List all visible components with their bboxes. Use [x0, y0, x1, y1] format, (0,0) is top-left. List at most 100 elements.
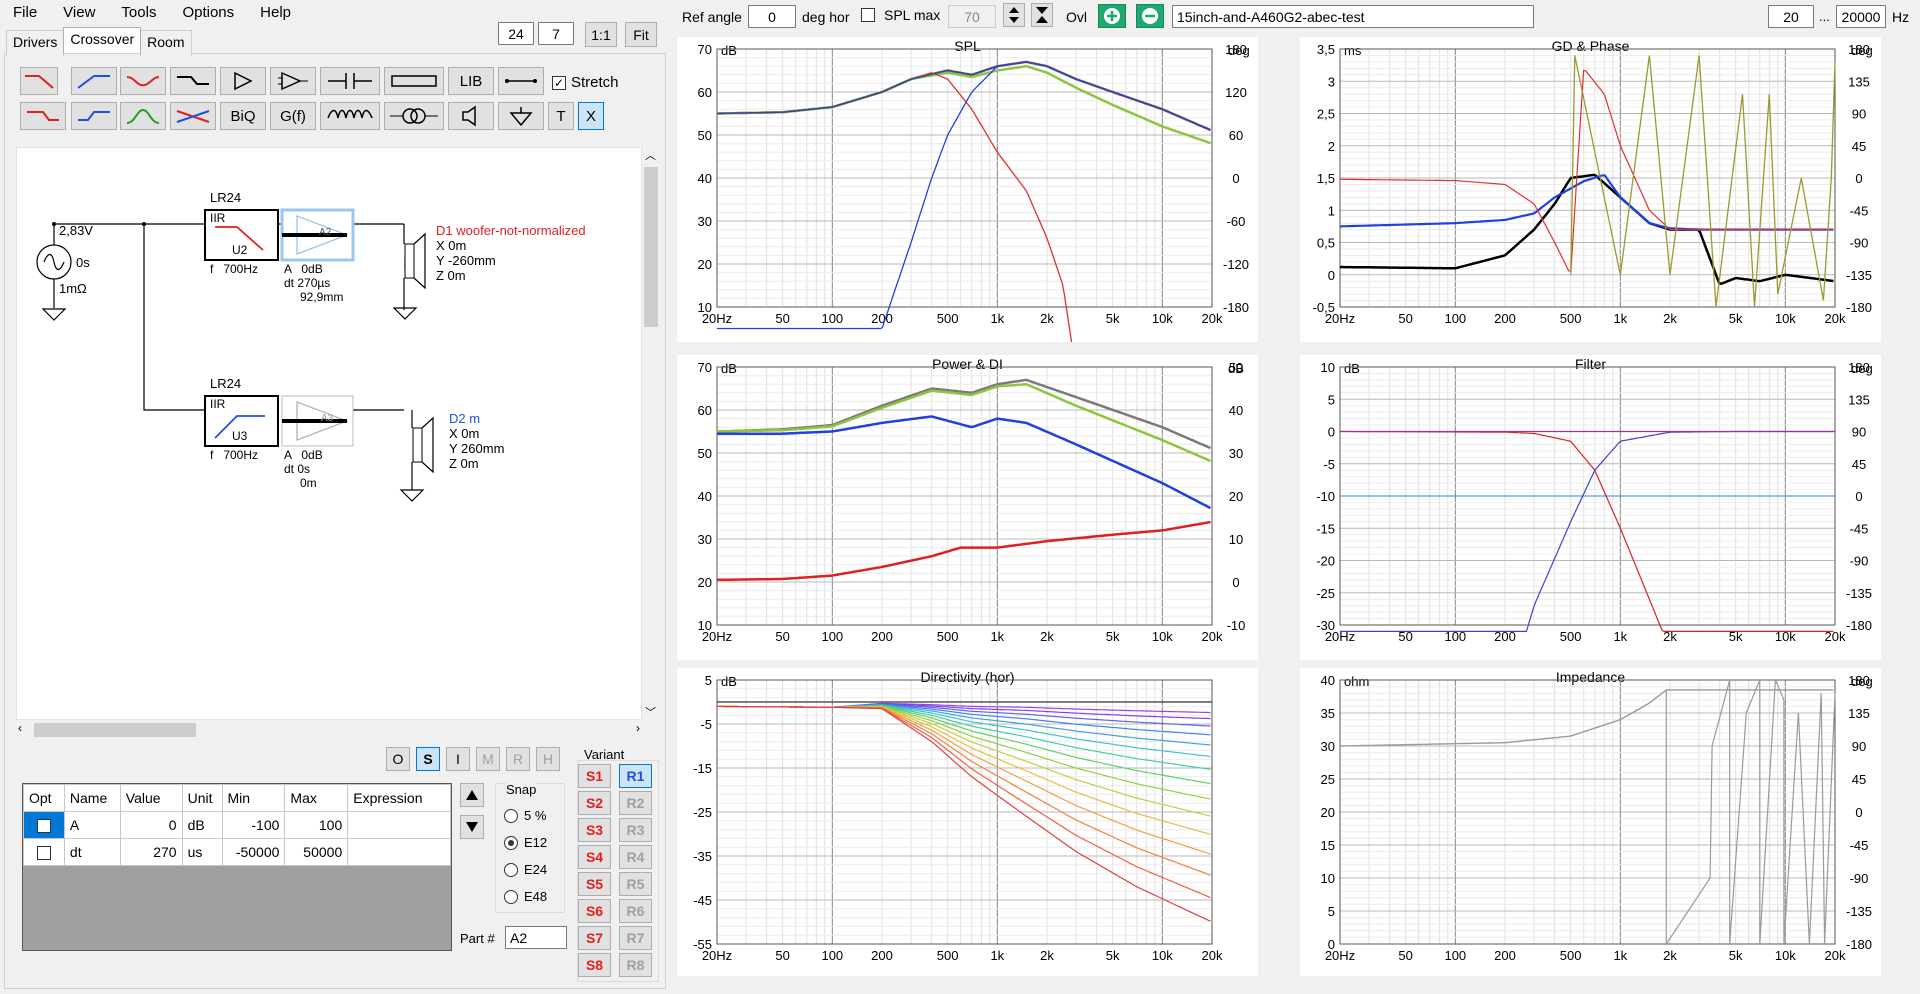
- notch-tool-icon[interactable]: [170, 102, 216, 130]
- fit-button[interactable]: Fit: [625, 22, 657, 47]
- param-min[interactable]: -100: [221, 811, 286, 839]
- variant-s8-button[interactable]: S8: [578, 953, 611, 977]
- menu-view[interactable]: View: [50, 0, 108, 26]
- spl-spinner-icon[interactable]: [1003, 3, 1025, 27]
- directivity-chart-panel[interactable]: Directivity (hor) dB 5 -5 -15 -25 -35 -45 -55 20H…: [677, 668, 1258, 976]
- spl-collapse-icon[interactable]: [1031, 3, 1053, 27]
- biquad-button[interactable]: BiQ: [220, 102, 266, 130]
- move-down-button[interactable]: [460, 815, 484, 839]
- diff-amp-tool-icon[interactable]: [270, 67, 316, 95]
- remove-overlay-icon[interactable]: [1136, 4, 1164, 28]
- freq-high-field[interactable]: 20000: [1836, 5, 1886, 28]
- inductor-tool-icon[interactable]: [320, 102, 380, 130]
- table-row[interactable]: A 0 dB -100 100: [23, 811, 451, 839]
- part-number-field[interactable]: A2: [505, 926, 567, 949]
- param-max[interactable]: 50000: [284, 838, 349, 866]
- power-di-chart-panel[interactable]: Power & DI dB dB 70 50 60 40 50 30 40 20 30 10 20 0 10-…: [677, 355, 1258, 660]
- highpass-tool-icon[interactable]: [71, 67, 117, 95]
- variant-s4-button[interactable]: S4: [578, 845, 611, 869]
- wire-tool-icon[interactable]: [498, 67, 544, 95]
- gd-phase-chart-panel[interactable]: GD & Phase ms deg 3,5 180 3 135 2,5 90 2 45 1,5 0 1 -4…: [1300, 37, 1881, 342]
- probe-x-button[interactable]: X: [578, 102, 604, 130]
- variant-r8-button[interactable]: R8: [619, 953, 652, 977]
- text-tool-button[interactable]: T: [548, 102, 574, 130]
- spl-max-field[interactable]: 70: [948, 5, 996, 28]
- shelf-tool-icon[interactable]: [170, 67, 216, 95]
- param-max[interactable]: 100: [284, 811, 349, 839]
- variant-s5-button[interactable]: S5: [578, 872, 611, 896]
- zoom-1-1-button[interactable]: 1:1: [585, 22, 617, 47]
- driver1-name[interactable]: D1 woofer-not-normalized: [436, 223, 586, 238]
- dir-plot[interactable]: 5-5-15-25-35-45-5520Hz 50 100 200 500 1k 2k 5k 1…: [677, 668, 1258, 973]
- ref-angle-field[interactable]: 0: [748, 5, 796, 28]
- mode-r-button[interactable]: R: [506, 747, 530, 771]
- spl-plot[interactable]: 70 18060 12050 6040 030 -6020 -12010 -18020Hz 50…: [677, 37, 1258, 342]
- variant-s6-button[interactable]: S6: [578, 899, 611, 923]
- filter-chart-panel[interactable]: Filter dB deg 10 180 5 135 0 90 -5 45 -10 0 -15 -45 -20…: [1300, 355, 1881, 660]
- lowpass2-tool-icon[interactable]: [20, 102, 66, 130]
- table-row[interactable]: dt 270 us -50000 50000: [23, 838, 451, 866]
- snap-option-e48[interactable]: E48: [504, 889, 547, 904]
- variant-r2-button[interactable]: R2: [619, 791, 652, 815]
- move-up-button[interactable]: [460, 783, 484, 807]
- variant-r7-button[interactable]: R7: [619, 926, 652, 950]
- param-min[interactable]: -50000: [221, 838, 286, 866]
- variant-r4-button[interactable]: R4: [619, 845, 652, 869]
- opt-checkbox-dt[interactable]: [23, 838, 65, 866]
- add-overlay-icon[interactable]: [1098, 4, 1126, 28]
- mode-o-button[interactable]: O: [386, 747, 410, 771]
- snap-option-5[interactable]: 5 %: [504, 808, 546, 823]
- tab-drivers[interactable]: Drivers: [6, 30, 65, 56]
- library-button[interactable]: LIB: [448, 67, 494, 95]
- transfer-function-button[interactable]: G(f): [270, 102, 316, 130]
- menu-options[interactable]: Options: [169, 0, 247, 26]
- stretch-checkbox[interactable]: [552, 75, 566, 90]
- amplifier-tool-icon[interactable]: [220, 67, 266, 95]
- snap-option-e12[interactable]: E12: [504, 835, 547, 850]
- mode-s-button[interactable]: S: [416, 747, 440, 771]
- variant-r6-button[interactable]: R6: [619, 899, 652, 923]
- resistor-tool-icon[interactable]: [384, 67, 444, 95]
- zoom-a-field[interactable]: 24: [498, 22, 534, 45]
- imp-plot[interactable]: 40 180 35 135 30 90 25 45 20 0 15 -45 10 -90 5 -135 0 -18…: [1300, 668, 1881, 973]
- spl-max-checkbox[interactable]: [861, 8, 875, 22]
- zoom-b-field[interactable]: 7: [538, 22, 574, 45]
- speaker-tool-icon[interactable]: [448, 102, 494, 130]
- menu-tools[interactable]: Tools: [108, 0, 169, 26]
- param-value[interactable]: 270: [119, 838, 183, 866]
- variant-s2-button[interactable]: S2: [578, 791, 611, 815]
- menu-help[interactable]: Help: [247, 0, 304, 26]
- highpass2-tool-icon[interactable]: [71, 102, 117, 130]
- transformer-tool-icon[interactable]: [384, 102, 444, 130]
- gd-plot[interactable]: 3,5 1803 1352,5 902 451,5 01 -450,5 -900 -135-0,…: [1300, 37, 1881, 342]
- power-plot[interactable]: 70 5060 4050 3040 2030 1020 010 -1020Hz 50 100 200…: [677, 355, 1258, 660]
- capacitor-tool-icon[interactable]: [320, 67, 380, 95]
- opt-checkbox-a[interactable]: [23, 811, 65, 839]
- param-expression[interactable]: [347, 838, 451, 866]
- menu-file[interactable]: File: [0, 0, 50, 26]
- mode-h-button[interactable]: H: [536, 747, 560, 771]
- param-value[interactable]: 0: [119, 811, 183, 839]
- variant-s1-button[interactable]: S1: [578, 764, 611, 788]
- snap-option-e24[interactable]: E24: [504, 862, 547, 877]
- tab-crossover[interactable]: Crossover: [63, 27, 142, 53]
- variant-s3-button[interactable]: S3: [578, 818, 611, 842]
- schematic-vertical-scrollbar[interactable]: ︿ ﹀: [642, 147, 660, 720]
- stretch-toggle[interactable]: Stretch: [552, 74, 619, 91]
- lowpass-tool-icon[interactable]: [20, 67, 58, 95]
- tab-room[interactable]: Room: [140, 30, 192, 56]
- variant-r1-button[interactable]: R1: [619, 764, 652, 788]
- schematic-horizontal-scrollbar[interactable]: ‹ ›: [16, 720, 642, 740]
- variant-s7-button[interactable]: S7: [578, 926, 611, 950]
- project-name-field[interactable]: 15inch-and-A460G2-abec-test: [1172, 5, 1534, 28]
- param-expression[interactable]: [347, 811, 451, 839]
- variant-r3-button[interactable]: R3: [619, 818, 652, 842]
- ground-tool-icon[interactable]: [498, 102, 544, 130]
- bandpass-tool-icon[interactable]: [120, 102, 166, 130]
- allpass-tool-icon[interactable]: [120, 67, 166, 95]
- schematic-canvas[interactable]: 2,83V 0s 1mΩ LR24 IIR U2 f 700Hz A 0dB d…: [16, 147, 642, 720]
- filter-plot[interactable]: 10 180 5 135 0 90 -5 45 -10 0 -15 -45 -20 -90 -25 -135 -…: [1300, 355, 1881, 660]
- driver2-name[interactable]: D2 m: [449, 411, 480, 426]
- variant-r5-button[interactable]: R5: [619, 872, 652, 896]
- impedance-chart-panel[interactable]: Impedance ohm deg 40 180 35 135 30 90 25 45 20 0 15 -4…: [1300, 668, 1881, 976]
